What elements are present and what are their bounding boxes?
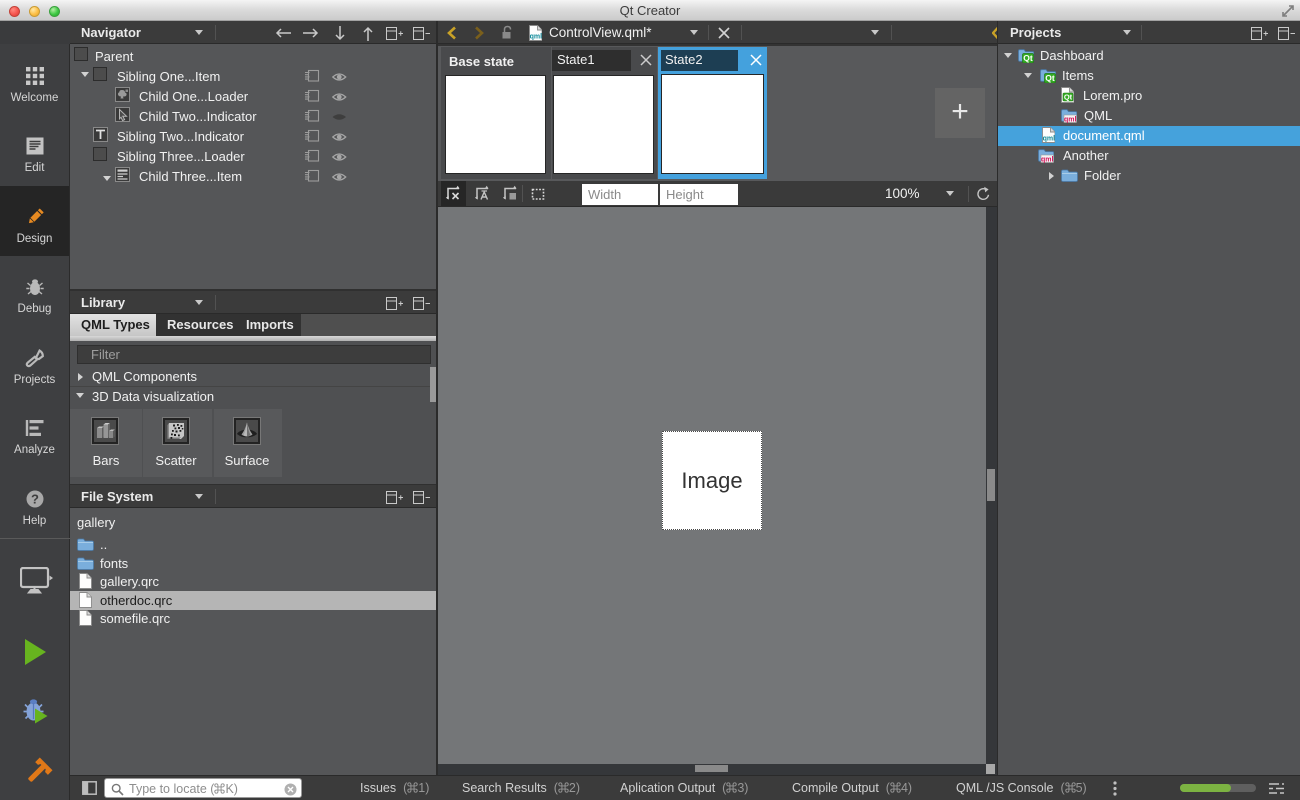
- svg-text:?: ?: [31, 491, 39, 506]
